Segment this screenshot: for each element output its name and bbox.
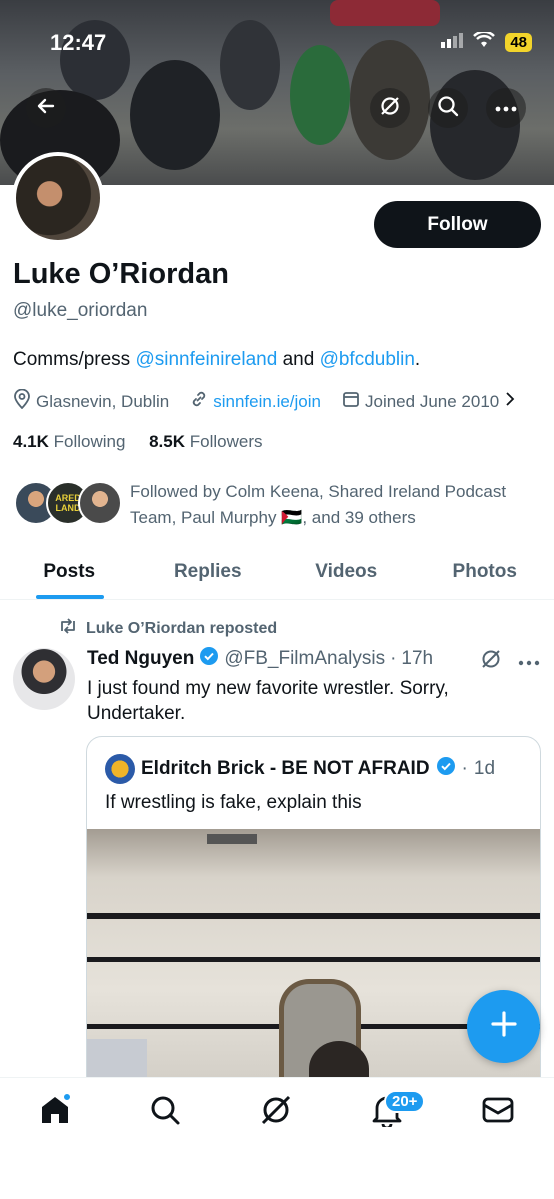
tweet-text: I just found my new favorite wrestler. S… [87,678,449,724]
nav-search[interactable] [145,1092,185,1132]
profile-handle: @luke_oriordan [13,300,148,321]
tweet-time[interactable]: 17h [401,648,433,670]
nav-messages[interactable] [478,1092,518,1132]
tab-photos[interactable]: Photos [416,545,554,599]
profile-meta: Glasnevin, Dublin sinnfein.ie/join Joine… [13,388,515,414]
search-icon [437,95,459,122]
profile-name: Luke O’Riordan [13,258,229,290]
profile-avatar[interactable] [12,152,104,244]
status-bar: 12:47 48 [0,0,554,80]
repost-icon [58,618,78,639]
compose-button[interactable] [467,990,540,1063]
search-icon [149,1094,181,1131]
notifications-badge: 20+ [384,1090,426,1113]
calendar-icon [342,390,360,413]
bio-mention-sinnfeinireland[interactable]: @sinnfeinireland [135,349,277,370]
tweet-separator: · [390,648,397,669]
bio-text: and [277,349,320,370]
more-options-button[interactable] [486,88,526,128]
location-icon [13,388,31,414]
mail-icon [481,1095,515,1130]
avatar [78,481,122,525]
profile-bio: Comms/press @sinnfeinireland and @bfcdub… [13,349,420,371]
quoted-video[interactable] [87,829,540,1095]
following-link[interactable]: 4.1K Following [13,432,125,451]
verified-badge-icon [436,756,456,782]
tab-posts[interactable]: Posts [0,545,139,599]
quoted-time: 1d [473,758,496,779]
ring-rope [87,957,540,962]
search-button[interactable] [428,88,468,128]
quoted-separator: · [461,758,468,779]
follow-button[interactable]: Follow [374,201,541,248]
signal-icon [441,32,464,53]
chevron-right-icon[interactable] [505,391,515,412]
ring-rope [87,913,540,919]
tweet-author-name[interactable]: Ted Nguyen [87,648,194,670]
grok-icon[interactable] [480,648,502,675]
grok-icon [259,1093,293,1132]
nav-grok[interactable] [256,1092,296,1132]
ceiling-light [207,834,257,844]
repost-label: Luke O’Riordan reposted [86,619,278,637]
more-icon [495,99,517,117]
bottom-nav: 20+ [0,1077,554,1199]
bio-mention-bfcdublin[interactable]: @bfcdublin [320,349,415,370]
status-time: 12:47 [50,30,107,55]
profile-website-link[interactable]: sinnfein.ie/join [213,392,321,412]
follow-counts: 4.1K Following 8.5K Followers [13,432,262,452]
quoted-tweet-text: If wrestling is fake, explain this [105,792,362,813]
tweet-author-avatar[interactable] [13,648,75,710]
back-button[interactable] [26,88,66,128]
avatar [105,754,135,784]
grok-button[interactable] [370,88,410,128]
wifi-icon [473,30,496,53]
followed-by-avatars: ARED LAND [14,481,124,525]
grok-icon [379,95,401,122]
tweet-header: Ted Nguyen @FB_FilmAnalysis · 17h [87,646,433,672]
repost-indicator[interactable]: Luke O’Riordan reposted [58,618,277,639]
plus-icon [490,1010,518,1043]
more-icon[interactable] [518,653,540,671]
bio-text: Comms/press [13,349,136,370]
followers-link[interactable]: 8.5K Followers [149,432,262,451]
verified-badge-icon [199,646,219,672]
tab-replies[interactable]: Replies [139,545,278,599]
link-icon [190,390,208,413]
profile-location: Glasnevin, Dublin [36,391,170,411]
profile-banner[interactable]: 12:47 48 [0,0,554,185]
profile-tabs: Posts Replies Videos Photos [0,545,554,600]
quoted-tweet-header: Eldritch Brick - BE NOT AFRAID · 1d [105,754,495,784]
followed-by-text: Followed by Colm Keena, Shared Ireland P… [130,482,507,527]
arrow-left-icon [36,96,56,121]
quoted-author-name: Eldritch Brick - BE NOT AFRAID [141,758,430,779]
battery-indicator: 48 [505,33,532,52]
tweet-actions [480,648,540,675]
tweet-author-handle[interactable]: @FB_FilmAnalysis [224,648,385,670]
tab-videos[interactable]: Videos [277,545,416,599]
home-unread-dot [62,1092,72,1102]
bio-text: . [414,349,421,370]
profile-joined: Joined June 2010 [365,391,500,411]
